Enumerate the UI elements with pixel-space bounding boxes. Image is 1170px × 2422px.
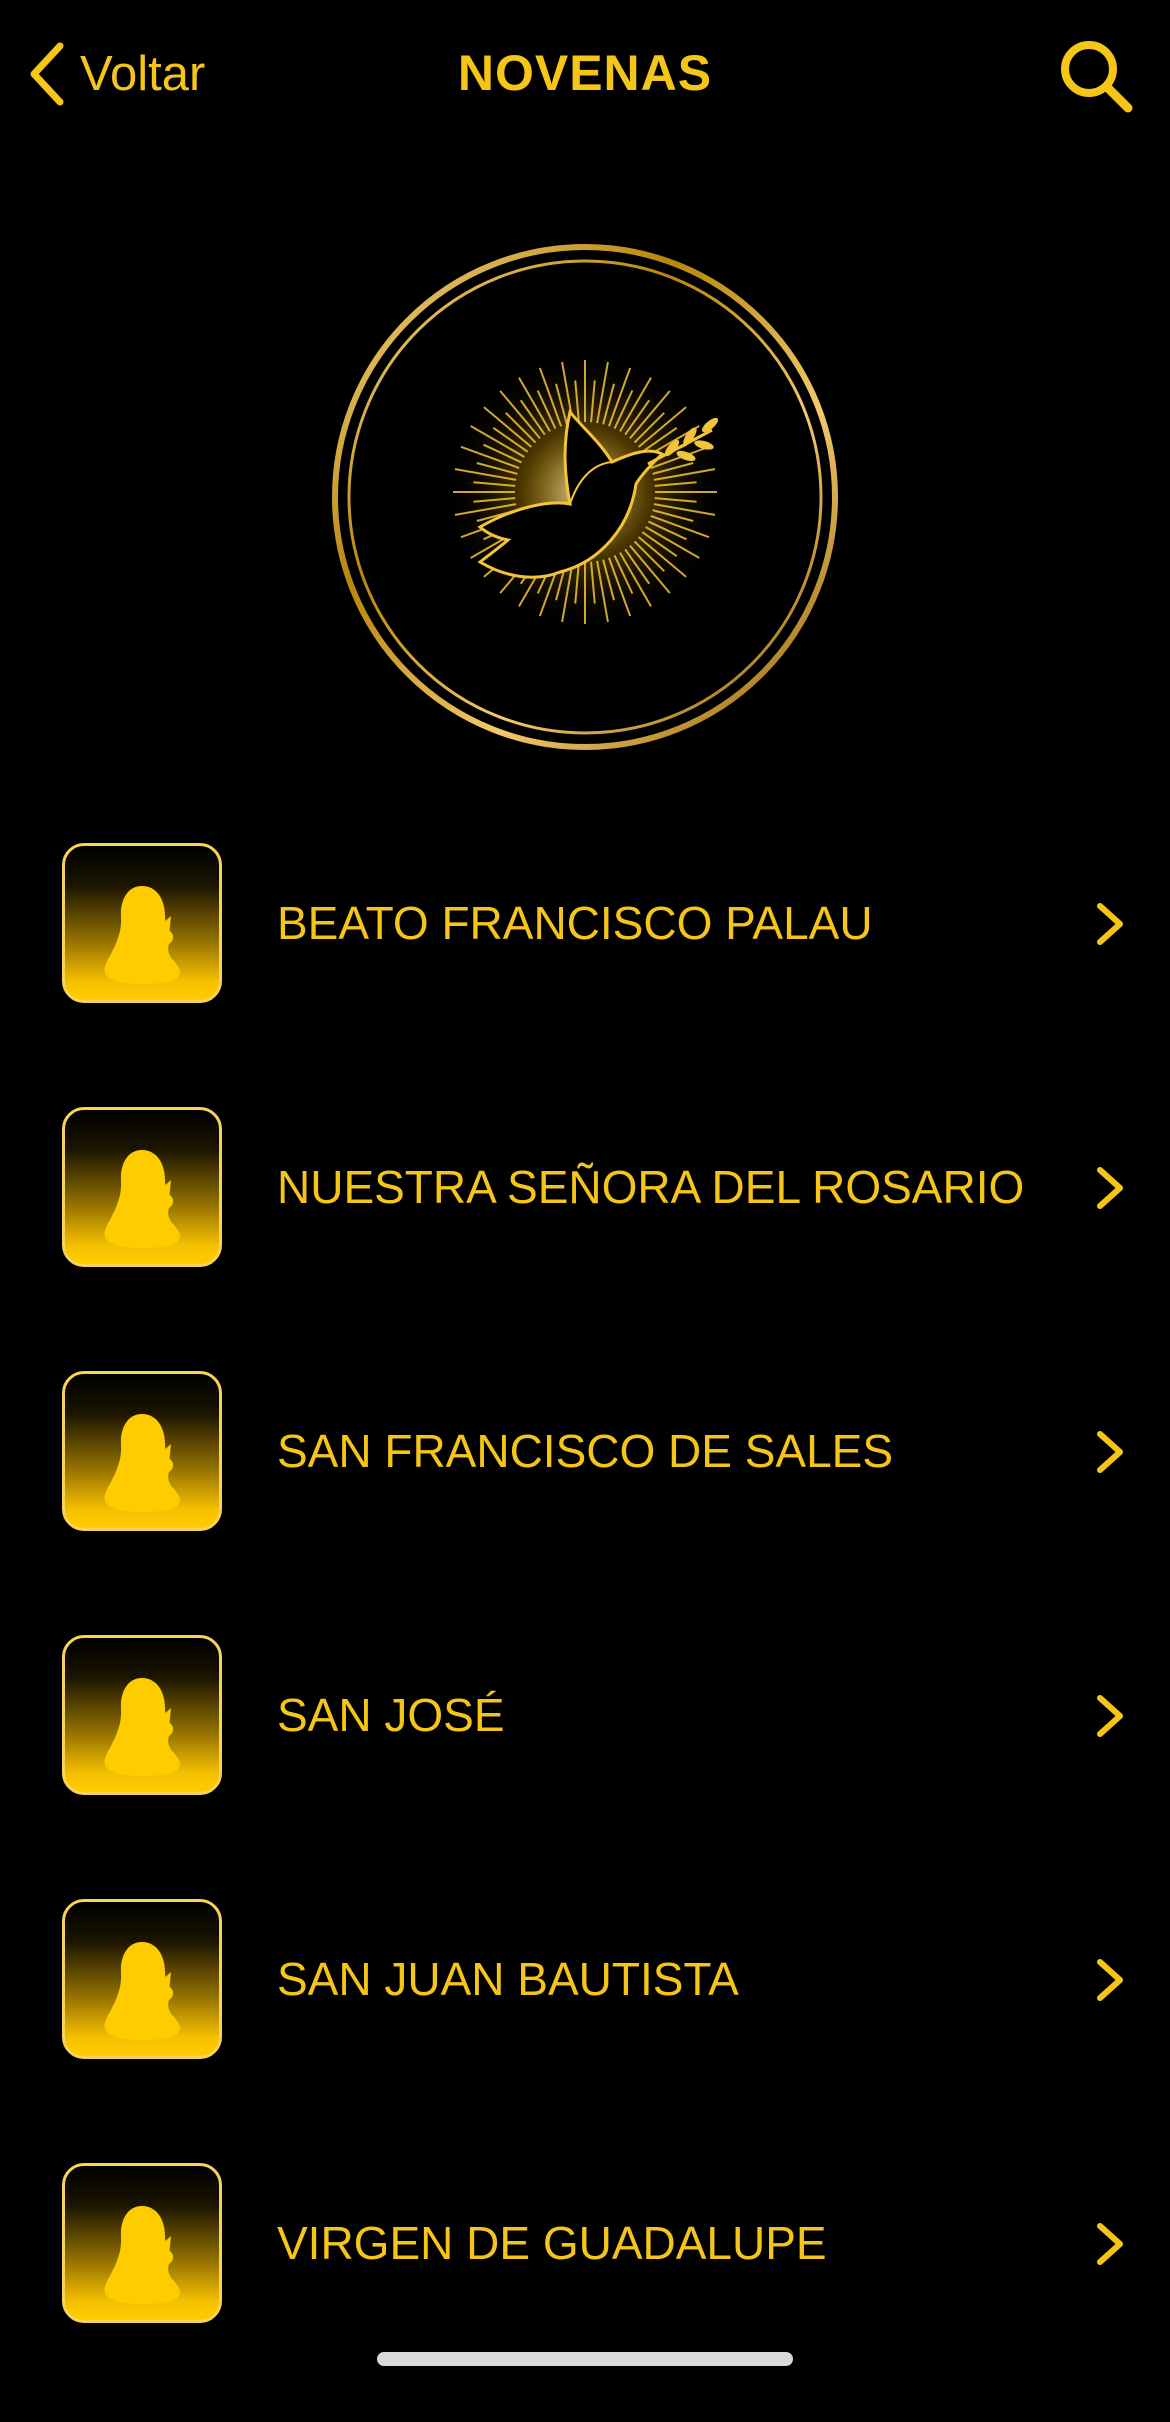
praying-figure-icon — [62, 1371, 222, 1531]
home-indicator[interactable] — [377, 2352, 793, 2366]
search-icon — [1058, 41, 1134, 118]
list-item[interactable]: BEATO FRANCISCO PALAU — [0, 838, 1170, 1102]
chevron-right-icon — [1092, 2220, 1128, 2268]
chevron-right-icon — [1092, 1956, 1128, 2004]
chevron-right-icon — [1092, 1692, 1128, 1740]
list-item-label: SAN JOSÉ — [277, 1689, 505, 1741]
chevron-right-icon — [1092, 900, 1128, 948]
dove-with-olive-branch-icon — [330, 244, 840, 756]
chevron-right-icon — [1092, 1428, 1128, 1476]
list-item[interactable]: SAN JOSÉ — [0, 1630, 1170, 1894]
novena-list: BEATO FRANCISCO PALAU NUESTRA SEÑORA DEL… — [0, 838, 1170, 2422]
praying-figure-icon — [62, 1107, 222, 1267]
list-item[interactable]: NUESTRA SEÑORA DEL ROSARIO — [0, 1102, 1170, 1366]
list-item-label: NUESTRA SEÑORA DEL ROSARIO — [277, 1161, 1025, 1213]
dove-logo — [330, 242, 840, 752]
list-item-label: VIRGEN DE GUADALUPE — [277, 2217, 827, 2269]
navigation-bar: Voltar NOVENAS — [0, 0, 1170, 150]
praying-figure-icon — [62, 1635, 222, 1795]
search-button[interactable] — [1058, 38, 1134, 114]
praying-figure-icon — [62, 2163, 222, 2323]
list-item[interactable]: SAN JUAN BAUTISTA — [0, 1894, 1170, 2158]
list-item-label: SAN JUAN BAUTISTA — [277, 1953, 739, 2005]
list-item-label: BEATO FRANCISCO PALAU — [277, 897, 873, 949]
praying-figure-icon — [62, 1899, 222, 2059]
list-item-label: SAN FRANCISCO DE SALES — [277, 1425, 894, 1477]
page-title: NOVENAS — [457, 45, 713, 101]
list-item[interactable]: VIRGEN DE GUADALUPE — [0, 2158, 1170, 2422]
list-item[interactable]: SAN FRANCISCO DE SALES — [0, 1366, 1170, 1630]
chevron-right-icon — [1092, 1164, 1128, 1212]
praying-figure-icon — [62, 843, 222, 1003]
